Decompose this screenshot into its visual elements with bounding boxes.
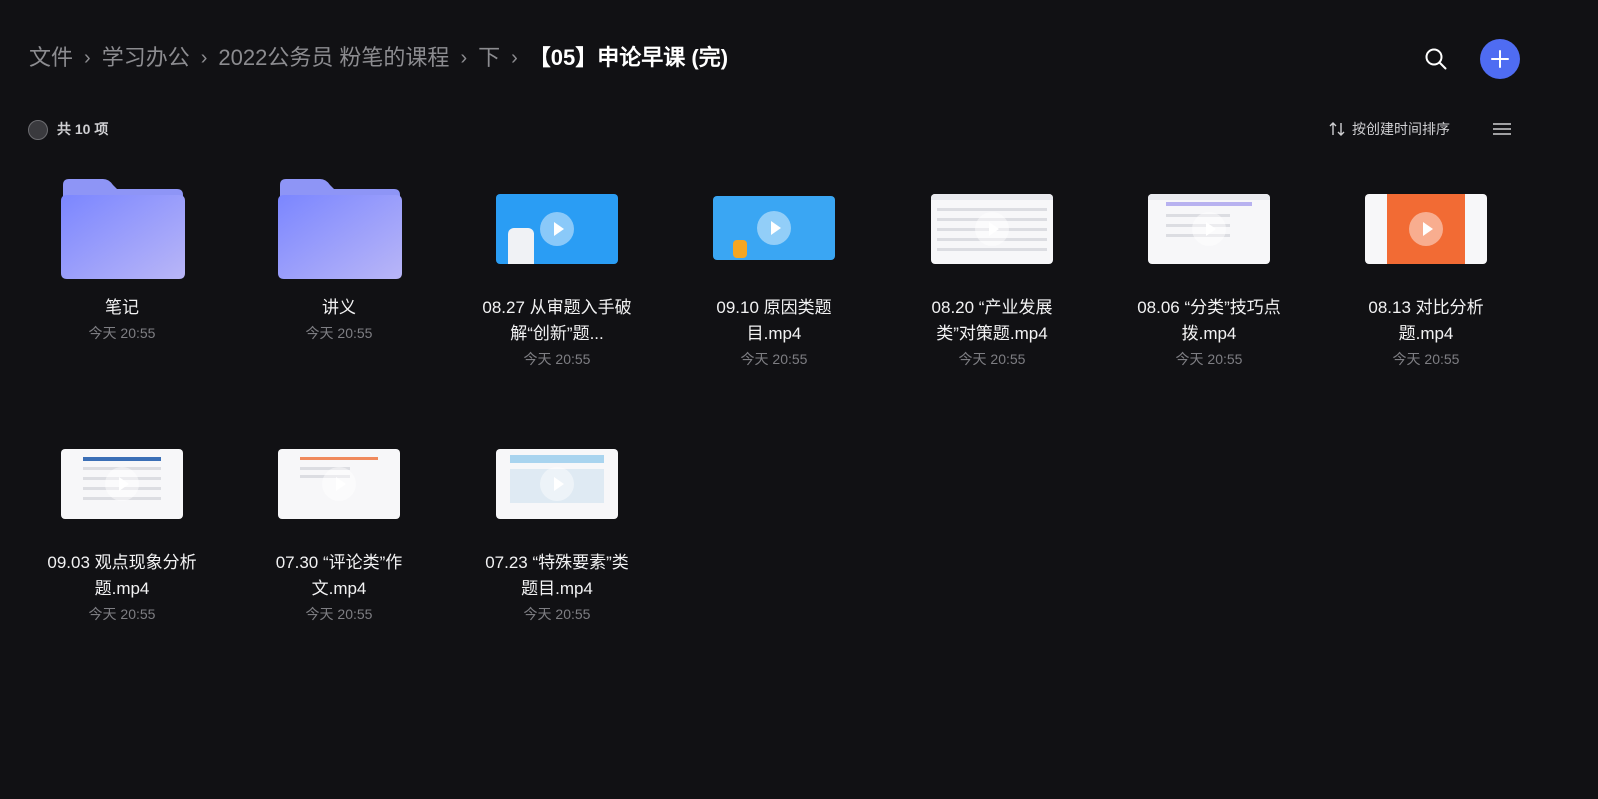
thumbnail-image [931, 194, 1053, 264]
file-time: 今天 20:55 [305, 325, 373, 341]
add-button[interactable] [1480, 39, 1520, 79]
video-item[interactable]: 07.30 “评论类”作文.mp4 今天 20:55 [239, 430, 439, 624]
chevron-right-icon: › [511, 47, 518, 69]
sort-arrows-icon [1329, 122, 1345, 136]
video-item[interactable]: 09.10 原因类题目.mp4 今天 20:55 [674, 175, 874, 369]
video-item[interactable]: 08.06 “分类”技巧点拨.mp4 今天 20:55 [1109, 175, 1309, 369]
file-name: 07.30 “评论类”作文.mp4 [275, 553, 403, 598]
file-name: 笔记 [105, 298, 139, 317]
thumbnail-image [1148, 194, 1270, 264]
video-item[interactable]: 08.13 对比分析题.mp4 今天 20:55 [1326, 175, 1526, 369]
video-item[interactable]: 09.03 观点现象分析题.mp4 今天 20:55 [22, 430, 222, 624]
item-count: 共 10 项 [57, 121, 109, 137]
breadcrumb-item-files[interactable]: 文件 [29, 42, 73, 74]
video-item[interactable]: 08.27 从审题入手破解“创新”题... 今天 20:55 [457, 175, 657, 369]
file-name: 08.20 “产业发展类”对策题.mp4 [931, 298, 1053, 343]
play-icon [540, 212, 574, 246]
file-name: 讲义 [322, 298, 356, 317]
video-thumbnail [22, 430, 222, 550]
folder-item[interactable]: 笔记 今天 20:55 [22, 175, 222, 343]
play-icon [540, 467, 574, 501]
video-item[interactable]: 07.23 “特殊要素”类题目.mp4 今天 20:55 [457, 430, 657, 624]
file-time: 今天 20:55 [523, 606, 591, 622]
sort-button[interactable]: 按创建时间排序 [1328, 119, 1450, 139]
video-thumbnail [1326, 175, 1526, 295]
chevron-right-icon: › [84, 47, 91, 69]
thumbnail-image [713, 196, 835, 260]
file-name: 08.06 “分类”技巧点拨.mp4 [1137, 298, 1281, 343]
thumbnail-image [1365, 194, 1487, 264]
video-thumbnail [674, 175, 874, 295]
file-time: 今天 20:55 [88, 325, 156, 341]
video-thumbnail [1109, 175, 1309, 295]
folder-icon [61, 179, 185, 279]
folder-icon [278, 179, 402, 279]
file-name: 09.03 观点现象分析题.mp4 [47, 553, 197, 598]
folder-item[interactable]: 讲义 今天 20:55 [239, 175, 439, 343]
thumbnail-image [496, 449, 618, 519]
thumbnail-image [61, 449, 183, 519]
sort-label: 按创建时间排序 [1352, 121, 1450, 137]
thumbnail-image [496, 194, 618, 264]
file-time: 今天 20:55 [523, 351, 591, 367]
chevron-right-icon: › [460, 47, 468, 69]
video-thumbnail [892, 175, 1092, 295]
video-item[interactable]: 08.20 “产业发展类”对策题.mp4 今天 20:55 [892, 175, 1092, 369]
file-name: 08.13 对比分析题.mp4 [1368, 298, 1484, 343]
play-icon [757, 211, 791, 245]
video-thumbnail [457, 175, 657, 295]
list-view-icon[interactable] [1492, 121, 1512, 137]
plus-icon [1491, 50, 1509, 68]
video-thumbnail [457, 430, 657, 550]
file-time: 今天 20:55 [88, 606, 156, 622]
play-icon [105, 467, 139, 501]
file-time: 今天 20:55 [958, 351, 1026, 367]
toolbar: 共 10 项 按创建时间排序 [0, 115, 1598, 145]
play-icon [322, 467, 356, 501]
file-name: 08.27 从审题入手破解“创新”题... [482, 298, 632, 343]
file-name: 09.10 原因类题目.mp4 [716, 298, 832, 343]
select-all-checkbox[interactable] [28, 120, 48, 140]
breadcrumb: 文件 › 学习办公 › 2022公务员 粉笔的课程 › 下 › 【05】申论早课… [29, 42, 728, 74]
file-time: 今天 20:55 [1175, 351, 1243, 367]
chevron-right-icon: › [200, 47, 208, 69]
thumbnail-image [278, 449, 400, 519]
play-icon [1192, 212, 1226, 246]
breadcrumb-item-course[interactable]: 2022公务员 粉笔的课程 [218, 42, 449, 74]
search-icon[interactable] [1422, 45, 1450, 73]
folder-thumbnail [22, 175, 222, 295]
breadcrumb-item-study[interactable]: 学习办公 [102, 42, 190, 74]
video-thumbnail [239, 430, 439, 550]
play-icon [1409, 212, 1443, 246]
file-time: 今天 20:55 [1392, 351, 1460, 367]
folder-thumbnail [239, 175, 439, 295]
breadcrumb-item-part2[interactable]: 下 [478, 42, 500, 74]
play-icon [975, 212, 1009, 246]
header: 文件 › 学习办公 › 2022公务员 粉笔的课程 › 下 › 【05】申论早课… [0, 0, 1598, 110]
file-name: 07.23 “特殊要素”类题目.mp4 [485, 553, 629, 598]
file-time: 今天 20:55 [740, 351, 808, 367]
file-time: 今天 20:55 [305, 606, 373, 622]
page-title: 【05】申论早课 (完) [528, 45, 729, 70]
